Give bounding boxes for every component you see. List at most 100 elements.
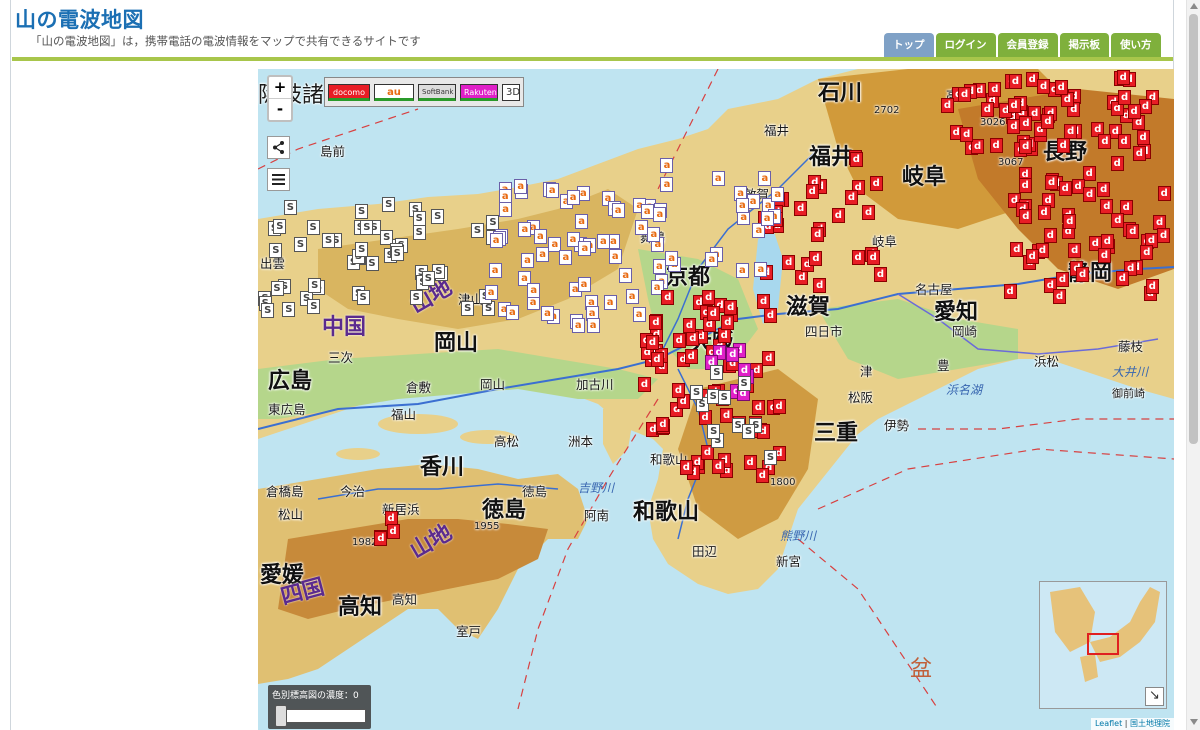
zoom-out-button[interactable]: - xyxy=(269,98,291,120)
signal-marker[interactable]: d xyxy=(813,277,827,293)
signal-marker[interactable]: a xyxy=(499,201,513,217)
view-3d-toggle[interactable]: 3D xyxy=(502,83,520,101)
signal-marker[interactable]: a xyxy=(625,288,639,304)
carrier-rakuten-toggle[interactable]: Rakuten xyxy=(460,83,498,101)
signal-marker[interactable]: d xyxy=(726,346,740,362)
share-button[interactable] xyxy=(267,136,290,159)
signal-marker[interactable]: a xyxy=(596,234,610,250)
signal-marker[interactable]: d xyxy=(1100,234,1114,250)
signal-marker[interactable]: S xyxy=(421,270,435,286)
nav-howto-button[interactable]: 使い方 xyxy=(1111,33,1161,57)
signal-marker[interactable]: d xyxy=(1041,113,1055,129)
signal-marker[interactable]: d xyxy=(1118,89,1132,105)
signal-marker[interactable]: d xyxy=(686,330,700,346)
signal-marker[interactable]: S xyxy=(390,245,404,261)
signal-marker[interactable]: a xyxy=(518,221,532,237)
signal-marker[interactable]: S xyxy=(306,220,320,236)
signal-marker[interactable]: d xyxy=(679,459,693,475)
signal-marker[interactable]: a xyxy=(603,295,617,311)
scroll-up-arrow-icon[interactable] xyxy=(1190,3,1198,9)
signal-marker[interactable]: d xyxy=(661,289,675,305)
nav-bbs-button[interactable]: 掲示板 xyxy=(1059,33,1109,57)
signal-marker[interactable]: d xyxy=(1157,227,1171,243)
signal-marker[interactable]: d xyxy=(1145,278,1159,294)
signal-marker[interactable]: S xyxy=(471,223,485,239)
signal-marker[interactable]: d xyxy=(869,175,883,191)
signal-marker[interactable]: S xyxy=(273,218,287,234)
signal-marker[interactable]: S xyxy=(461,300,475,316)
signal-marker[interactable]: d xyxy=(1054,79,1068,95)
signal-marker[interactable]: d xyxy=(711,458,725,474)
signal-marker[interactable]: a xyxy=(758,171,772,187)
signal-marker[interactable]: d xyxy=(862,205,876,221)
elevation-opacity-knob[interactable] xyxy=(275,705,287,727)
signal-marker[interactable]: d xyxy=(980,102,994,118)
signal-marker[interactable]: d xyxy=(1053,288,1067,304)
signal-marker[interactable]: d xyxy=(752,399,766,415)
signal-marker[interactable]: d xyxy=(844,190,858,206)
signal-marker[interactable]: d xyxy=(1097,248,1111,264)
signal-marker[interactable]: a xyxy=(577,277,591,293)
signal-marker[interactable]: d xyxy=(1100,198,1114,214)
signal-marker[interactable]: a xyxy=(488,263,502,279)
signal-marker[interactable]: d xyxy=(1098,133,1112,149)
signal-marker[interactable]: d xyxy=(645,335,659,351)
signal-marker[interactable]: d xyxy=(772,398,786,414)
signal-marker[interactable]: d xyxy=(762,351,776,366)
signal-marker[interactable]: d xyxy=(940,98,954,114)
signal-marker[interactable]: d xyxy=(1045,175,1059,191)
signal-marker[interactable]: a xyxy=(665,251,679,267)
signal-marker[interactable]: S xyxy=(707,424,721,440)
signal-marker[interactable]: a xyxy=(711,170,725,186)
signal-marker[interactable]: S xyxy=(355,203,369,219)
signal-marker[interactable]: d xyxy=(724,300,738,316)
signal-marker[interactable]: S xyxy=(269,242,283,258)
signal-marker[interactable]: d xyxy=(702,289,716,305)
signal-marker[interactable]: d xyxy=(794,200,808,216)
signal-marker[interactable]: d xyxy=(1115,271,1129,287)
signal-marker[interactable]: d xyxy=(873,266,887,282)
signal-marker[interactable]: d xyxy=(960,126,974,142)
signal-marker[interactable]: a xyxy=(536,247,550,263)
signal-marker[interactable]: S xyxy=(717,389,731,405)
signal-marker[interactable]: S xyxy=(360,219,374,235)
signal-marker[interactable]: d xyxy=(866,249,880,265)
signal-marker[interactable]: d xyxy=(1116,69,1130,85)
signal-marker[interactable]: d xyxy=(831,208,845,224)
signal-marker[interactable]: a xyxy=(559,250,573,266)
menu-button[interactable] xyxy=(267,168,290,191)
signal-marker[interactable]: a xyxy=(660,176,674,192)
scroll-down-arrow-icon[interactable] xyxy=(1190,719,1198,725)
signal-marker[interactable]: a xyxy=(660,158,674,174)
signal-marker[interactable]: a xyxy=(566,189,580,205)
signal-marker[interactable]: a xyxy=(611,202,625,218)
elevation-opacity-track[interactable] xyxy=(278,709,366,723)
nav-login-button[interactable]: ログイン xyxy=(935,33,996,57)
signal-marker[interactable]: a xyxy=(771,186,785,202)
signal-marker[interactable]: a xyxy=(608,248,622,264)
nav-register-button[interactable]: 会員登録 xyxy=(997,33,1058,57)
signal-marker[interactable]: d xyxy=(1037,78,1051,94)
signal-marker[interactable]: S xyxy=(307,299,321,315)
signal-marker[interactable]: S xyxy=(322,233,336,249)
signal-marker[interactable]: d xyxy=(1097,182,1111,198)
signal-marker[interactable]: d xyxy=(656,416,670,432)
signal-marker[interactable]: d xyxy=(1126,224,1140,240)
signal-marker[interactable]: a xyxy=(652,258,666,274)
signal-marker[interactable]: d xyxy=(1068,242,1082,258)
signal-marker[interactable]: a xyxy=(760,211,774,227)
signal-marker[interactable]: d xyxy=(386,524,400,540)
signal-marker[interactable]: S xyxy=(431,208,445,224)
signal-marker[interactable]: a xyxy=(541,306,555,322)
signal-marker[interactable]: a xyxy=(640,203,654,219)
signal-marker[interactable]: a xyxy=(653,206,667,222)
signal-marker[interactable]: S xyxy=(355,242,369,258)
signal-marker[interactable]: d xyxy=(1157,185,1171,201)
minimap-toggle-button[interactable]: ↘ xyxy=(1145,687,1164,706)
signal-marker[interactable]: d xyxy=(1007,97,1021,113)
signal-marker[interactable]: a xyxy=(705,252,719,268)
signal-marker[interactable]: d xyxy=(1018,177,1032,193)
map-viewport[interactable]: 隠岐諸島 島前 石川 福井 福井 岐阜 高山 敦賀 舞鶴 京都 滋賀 愛知 静岡… xyxy=(258,69,1174,730)
signal-marker[interactable]: a xyxy=(586,317,600,333)
signal-marker[interactable]: S xyxy=(382,196,396,212)
